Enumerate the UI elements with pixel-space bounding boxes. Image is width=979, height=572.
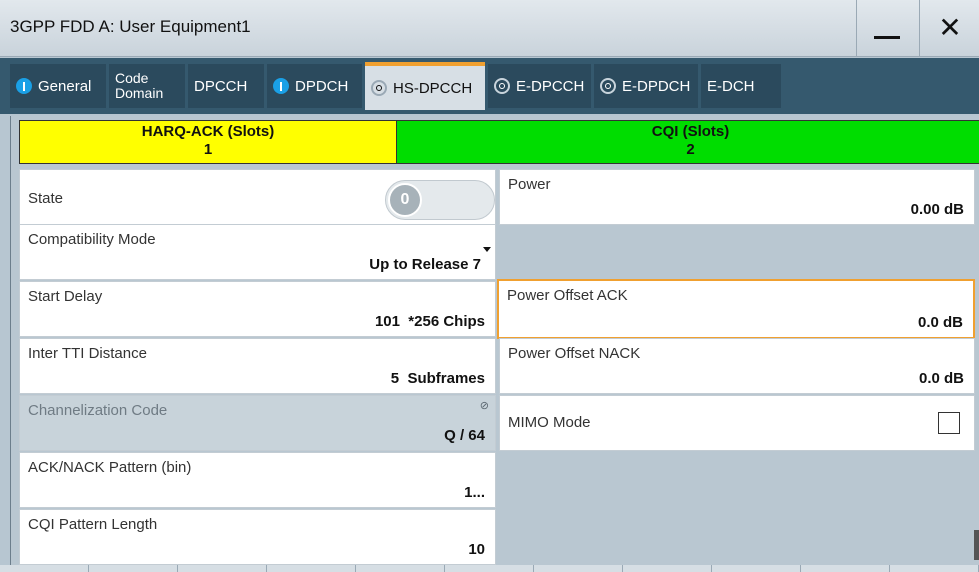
start-delay-label: Start Delay <box>28 288 103 305</box>
harq-ack-value: 1 <box>203 141 213 158</box>
tab-dpcch[interactable]: DPCCH <box>188 64 264 108</box>
content-panel: HARQ-ACK (Slots) 1 CQI (Slots) 2 State 0… <box>10 116 979 572</box>
ack-nack-pattern-field[interactable]: ACK/NACK Pattern (bin) 1... <box>19 452 496 508</box>
close-button[interactable]: ✕ <box>919 0 979 56</box>
power-offset-nack-field[interactable]: Power Offset NACK 0.0 dB <box>499 338 975 394</box>
cqi-pattern-length-label: CQI Pattern Length <box>28 516 158 533</box>
tab-label: DPDCH <box>295 77 349 95</box>
tab-label: E-DCH <box>707 77 755 95</box>
tab-code-domain[interactable]: Code Domain <box>109 64 185 108</box>
tab-label-line1: Code <box>115 70 149 86</box>
tab-bar: General Code Domain DPCCH DPDCH HS-DPCCH… <box>0 58 979 114</box>
tab-e-dpdch[interactable]: E-DPDCH <box>594 64 698 108</box>
tab-e-dpcch[interactable]: E-DPCCH <box>488 64 591 108</box>
cqi-pattern-length-field[interactable]: CQI Pattern Length 10 <box>19 509 496 565</box>
state-field: State 0 <box>19 169 496 229</box>
ack-nack-pattern-label: ACK/NACK Pattern (bin) <box>28 459 192 476</box>
tab-label-line2: Domain <box>115 85 164 101</box>
minimize-icon <box>874 35 900 39</box>
compatibility-mode-select[interactable]: Compatibility Mode Up to Release 7 <box>19 224 496 280</box>
inter-tti-distance-field[interactable]: Inter TTI Distance 5 Subframes <box>19 338 496 394</box>
minimize-button[interactable] <box>856 0 917 56</box>
indicator-off-icon <box>494 78 510 94</box>
tab-hs-dpcch[interactable]: HS-DPCCH <box>365 62 485 110</box>
indicator-on-icon <box>273 78 289 94</box>
not-editable-icon: ⊘ <box>479 400 489 412</box>
power-label: Power <box>508 176 551 193</box>
mimo-mode-field: MIMO Mode <box>499 395 975 451</box>
indicator-off-icon <box>371 80 387 96</box>
channelization-code-value: Q / 64 <box>444 427 485 444</box>
channelization-code-field: Channelization Code ⊘ Q / 64 <box>19 395 496 451</box>
indicator-off-icon <box>600 78 616 94</box>
dropdown-caret-icon <box>483 247 491 252</box>
compatibility-mode-label: Compatibility Mode <box>28 231 156 248</box>
tab-label: HS-DPCCH <box>393 79 473 97</box>
power-offset-nack-label: Power Offset NACK <box>508 345 641 362</box>
harq-ack-label: HARQ-ACK (Slots) <box>141 123 275 140</box>
indicator-on-icon <box>16 78 32 94</box>
cqi-label: CQI (Slots) <box>651 123 730 140</box>
window-title: 3GPP FDD A: User Equipment1 <box>10 17 251 36</box>
mimo-mode-label: MIMO Mode <box>508 414 591 431</box>
mimo-mode-checkbox[interactable] <box>938 412 960 434</box>
inter-tti-distance-label: Inter TTI Distance <box>28 345 147 362</box>
cqi-pattern-length-value: 10 <box>468 541 485 558</box>
state-label: State <box>28 190 64 207</box>
tab-general[interactable]: General <box>10 64 106 108</box>
power-offset-ack-value: 0.0 dB <box>917 314 963 331</box>
power-field[interactable]: Power 0.00 dB <box>499 169 975 225</box>
state-toggle[interactable]: 0 <box>385 180 495 220</box>
inter-tti-distance-value: 5 Subframes <box>390 370 485 387</box>
tab-label: DPCCH <box>194 77 248 95</box>
compatibility-mode-value: Up to Release 7 <box>369 256 481 273</box>
power-offset-nack-value: 0.0 dB <box>918 370 964 387</box>
start-delay-field[interactable]: Start Delay 101 *256 Chips <box>19 281 496 337</box>
tab-label: E-DPDCH <box>622 77 691 95</box>
ack-nack-pattern-value: 1... <box>464 484 485 501</box>
scrollbar[interactable] <box>974 530 979 560</box>
tab-label: E-DPCCH <box>516 77 585 95</box>
close-icon: ✕ <box>938 12 962 43</box>
power-value: 0.00 dB <box>910 201 964 218</box>
start-delay-value: 101 *256 Chips <box>374 313 485 330</box>
cqi-value: 2 <box>686 141 695 158</box>
power-offset-ack-label: Power Offset ACK <box>507 287 628 304</box>
tab-e-dch[interactable]: E-DCH <box>701 64 781 108</box>
slot-diagram: HARQ-ACK (Slots) 1 CQI (Slots) 2 <box>19 120 979 164</box>
power-offset-ack-field[interactable]: Power Offset ACK 0.0 dB <box>497 279 975 339</box>
channelization-code-label: Channelization Code <box>28 402 168 419</box>
softkey-strip <box>0 565 979 572</box>
toggle-knob: 0 <box>388 183 422 217</box>
tab-label: General <box>38 77 92 95</box>
tab-dpdch[interactable]: DPDCH <box>267 64 362 108</box>
cqi-slot: CQI (Slots) 2 <box>397 121 979 163</box>
harq-ack-slot: HARQ-ACK (Slots) 1 <box>20 121 397 163</box>
title-bar: 3GPP FDD A: User Equipment1 ✕ <box>0 0 979 57</box>
